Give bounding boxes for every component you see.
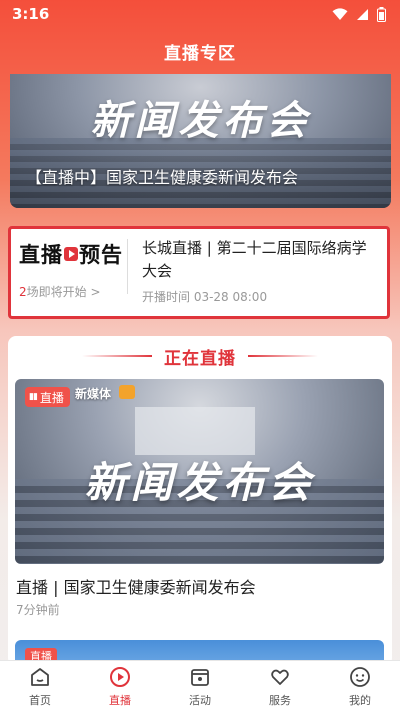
preview-logo: 直播 预告 <box>19 239 127 269</box>
calendar-icon <box>188 665 212 689</box>
upcoming-count-text: 场即将开始 > <box>26 285 101 299</box>
thumbnail-screen <box>135 407 255 455</box>
divider-line <box>248 355 318 357</box>
video-time: 7分钟前 <box>16 603 60 617</box>
preview-title: 长城直播 | 第二十二届国际络病学大会 <box>142 239 367 280</box>
hero-banner[interactable]: 新闻发布会 【直播中】国家卫生健康委新闻发布会 <box>10 74 391 208</box>
section-title: 正在直播 <box>164 348 236 369</box>
hero-watermark: 新闻发布会 <box>90 98 311 144</box>
preview-time: 开播时间 03-28 08:00 <box>142 290 268 304</box>
live-now-section: 正在直播 新闻发布会 ▮▮ 直播 新媒体 直播 | 国家卫生健康委新闻发布会 7… <box>8 336 392 666</box>
preview-right: 长城直播 | 第二十二届国际络病学大会 开播时间 03-28 08:00 <box>128 229 387 316</box>
video-thumbnail[interactable]: 新闻发布会 ▮▮ 直播 新媒体 <box>15 379 384 564</box>
nav-item-mine[interactable]: 我的 <box>325 665 395 708</box>
wifi-icon <box>332 7 348 20</box>
video-title[interactable]: 直播 | 国家卫生健康委新闻发布会 <box>16 574 256 598</box>
page-title: 直播专区 <box>164 43 236 64</box>
media-tag: 新媒体 <box>75 387 112 401</box>
divider-line <box>82 355 152 357</box>
hero-caption: 【直播中】国家卫生健康委新闻发布会 <box>26 168 299 187</box>
play-icon <box>64 247 78 261</box>
live-badge-label: 直播 <box>39 390 64 405</box>
nav-item-service[interactable]: 服务 <box>245 665 315 708</box>
live-bars-icon: ▮▮ <box>29 392 38 402</box>
battery-icon <box>377 6 386 22</box>
nav-item-live[interactable]: 直播 <box>85 665 155 708</box>
media-logo-icon <box>119 385 135 399</box>
play-icon <box>108 665 132 689</box>
header: 直播专区 <box>0 28 400 74</box>
section-header: 正在直播 <box>8 336 392 376</box>
bottom-nav: 首页 直播 活动 服务 我的 <box>0 660 400 712</box>
live-badge: ▮▮ 直播 <box>25 387 70 407</box>
nav-label: 活动 <box>189 694 211 707</box>
nav-label: 直播 <box>109 694 131 707</box>
home-icon <box>28 665 52 689</box>
upcoming-count-number: 2 <box>19 285 27 299</box>
nav-item-activity[interactable]: 活动 <box>165 665 235 708</box>
heart-hands-icon <box>268 665 292 689</box>
upcoming-count-link[interactable]: 2场即将开始 > <box>19 283 127 300</box>
signal-icon <box>357 8 368 20</box>
status-icons <box>332 6 386 22</box>
thumbnail-watermark: 新闻发布会 <box>84 458 315 507</box>
smile-icon <box>348 665 372 689</box>
preview-logo-right: 预告 <box>79 243 123 267</box>
nav-item-home[interactable]: 首页 <box>5 665 75 708</box>
nav-label: 首页 <box>29 694 51 707</box>
status-bar: 3:16 <box>0 0 400 28</box>
nav-label: 服务 <box>269 694 291 707</box>
preview-left: 直播 预告 2场即将开始 > <box>11 229 127 316</box>
live-preview-card[interactable]: 直播 预告 2场即将开始 > 长城直播 | 第二十二届国际络病学大会 开播时间 0… <box>8 226 390 319</box>
nav-label: 我的 <box>349 694 371 707</box>
preview-logo-left: 直播 <box>19 243 63 267</box>
status-time: 3:16 <box>12 5 50 23</box>
